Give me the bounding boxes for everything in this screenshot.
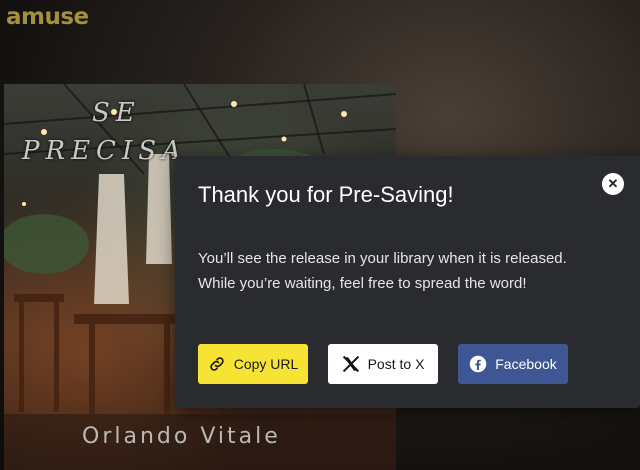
facebook-icon (469, 355, 487, 373)
post-to-x-label: Post to X (367, 356, 425, 372)
copy-url-label: Copy URL (233, 356, 299, 372)
cover-title-art: SE PRECISA (22, 98, 187, 166)
close-button[interactable]: ✕ (602, 173, 624, 195)
close-icon: ✕ (607, 176, 619, 191)
presave-modal: Thank you for Pre-Saving! ✕ You’ll see t… (175, 156, 640, 408)
modal-message-line2: While you’re waiting, feel free to sprea… (198, 275, 527, 292)
cover-artist-name: Orlando Vitale (82, 424, 281, 449)
copy-url-button[interactable]: Copy URL (198, 344, 308, 384)
facebook-share-button[interactable]: Facebook (458, 344, 568, 384)
amuse-logo[interactable]: amuse (6, 4, 89, 30)
modal-message-line1: You’ll see the release in your library w… (198, 250, 567, 267)
modal-title: Thank you for Pre-Saving! (198, 182, 454, 207)
link-icon (208, 355, 226, 373)
post-to-x-button[interactable]: Post to X (328, 344, 438, 384)
facebook-label: Facebook (495, 356, 557, 372)
x-logo-icon (342, 355, 360, 373)
